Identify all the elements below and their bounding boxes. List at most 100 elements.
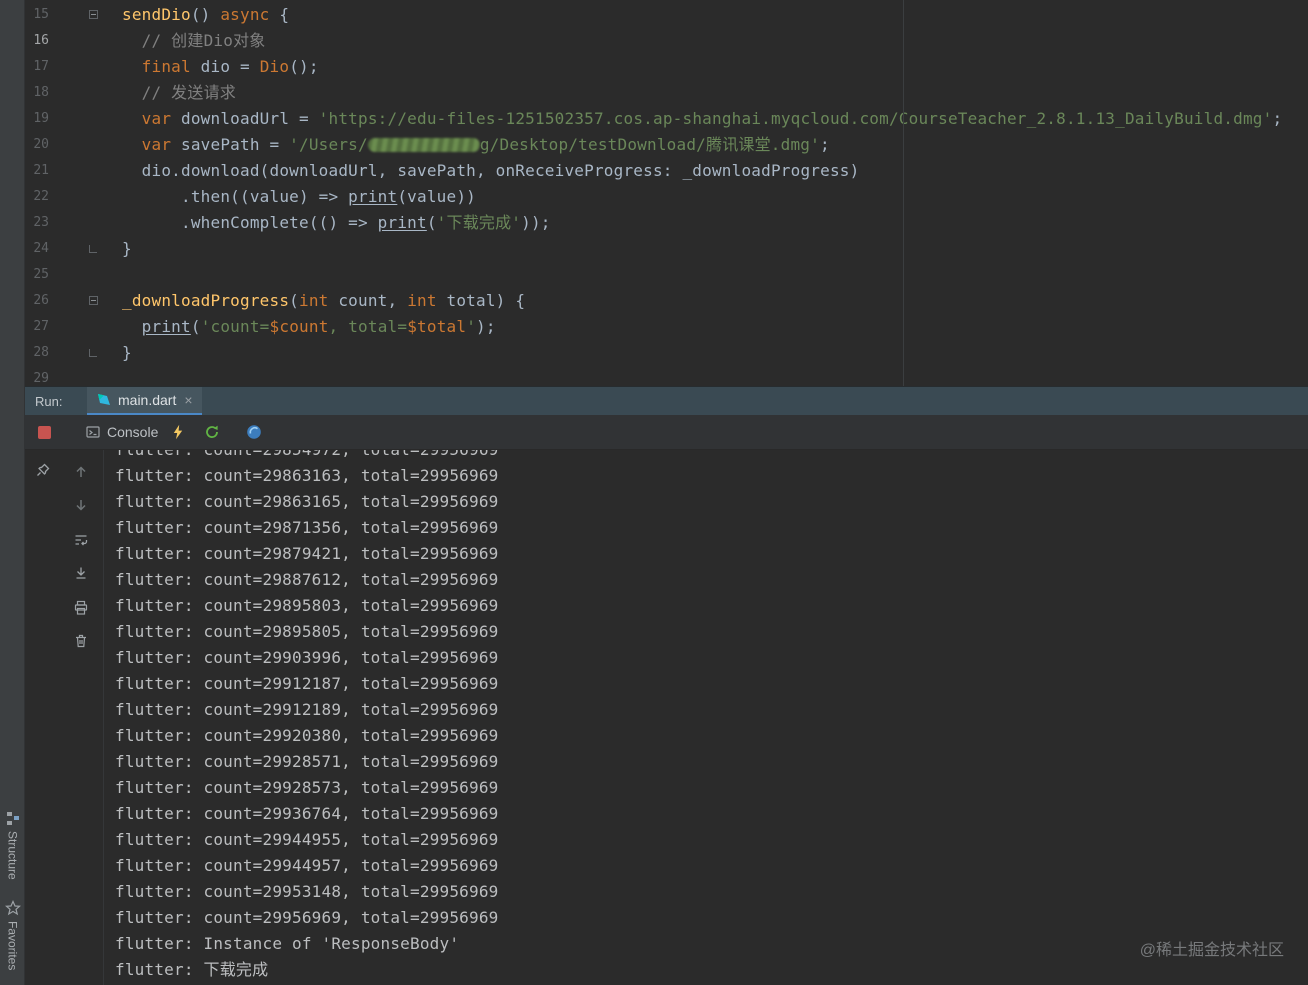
structure-label: Structure bbox=[6, 831, 20, 880]
gutter-fold-area bbox=[49, 28, 122, 54]
line-number: 17 bbox=[25, 54, 49, 80]
line-number: 28 bbox=[25, 340, 49, 366]
code-text: print('count=$count, total=$total'); bbox=[122, 314, 496, 340]
code-text: } bbox=[122, 340, 132, 366]
dart-file-icon bbox=[96, 392, 112, 408]
favorites-label: Favorites bbox=[6, 921, 20, 970]
console-line: flutter: count=29912189, total=29956969 bbox=[115, 697, 1308, 723]
editor-line: 15 sendDio() async { bbox=[25, 2, 1308, 28]
code-text: // 发送请求 bbox=[122, 80, 236, 106]
arrow-down-icon[interactable] bbox=[73, 497, 89, 513]
fold-marker-icon[interactable] bbox=[89, 296, 98, 305]
gutter-fold-area bbox=[49, 340, 122, 366]
tab-console[interactable]: Console bbox=[85, 424, 158, 440]
line-number: 29 bbox=[25, 366, 49, 386]
line-number: 19 bbox=[25, 106, 49, 132]
code-text: dio.download(downloadUrl, savePath, onRe… bbox=[122, 158, 859, 184]
editor-line: 27 print('count=$count, total=$total'); bbox=[25, 314, 1308, 340]
code-editor[interactable]: 15 sendDio() async {16 // 创建Dio对象17 final… bbox=[25, 0, 1308, 386]
code-text: } bbox=[122, 236, 132, 262]
line-number: 15 bbox=[25, 2, 49, 28]
line-number: 25 bbox=[25, 262, 49, 288]
soft-wrap-icon[interactable] bbox=[73, 532, 89, 548]
editor-line: 25 bbox=[25, 262, 1308, 288]
code-text: var savePath = '/Users/g/Desktop/testDow… bbox=[122, 132, 830, 158]
editor-lines: 15 sendDio() async {16 // 创建Dio对象17 final… bbox=[25, 2, 1308, 386]
editor-line: 29 bbox=[25, 366, 1308, 386]
sidebar-item-structure[interactable]: Structure bbox=[0, 810, 25, 880]
right-margin-ruler bbox=[903, 0, 904, 386]
gutter-fold-area bbox=[49, 288, 122, 314]
run-tab-main-dart[interactable]: main.dart × bbox=[87, 387, 202, 416]
gutter-fold-area bbox=[49, 54, 122, 80]
line-number: 18 bbox=[25, 80, 49, 106]
console-line: flutter: count=29895803, total=29956969 bbox=[115, 593, 1308, 619]
console-line: flutter: count=29936764, total=29956969 bbox=[115, 801, 1308, 827]
hot-restart-button[interactable] bbox=[204, 424, 220, 440]
code-text: .whenComplete(() => print('下载完成')); bbox=[122, 210, 551, 236]
gutter-fold-area bbox=[49, 158, 122, 184]
console-output[interactable]: flutter: count=29854972, total=29956969f… bbox=[105, 450, 1308, 985]
watermark: @稀土掘金技术社区 bbox=[1140, 936, 1284, 960]
stop-button[interactable] bbox=[38, 426, 51, 439]
editor-line: 23 .whenComplete(() => print('下载完成')); bbox=[25, 210, 1308, 236]
run-tool-window-header: Run: main.dart × bbox=[25, 386, 1308, 415]
arrow-up-icon[interactable] bbox=[73, 464, 89, 480]
console-line: flutter: count=29928571, total=29956969 bbox=[115, 749, 1308, 775]
devtools-button[interactable] bbox=[246, 424, 262, 440]
redacted-username bbox=[368, 138, 480, 152]
editor-line: 18 // 发送请求 bbox=[25, 80, 1308, 106]
editor-line: 19 var downloadUrl = 'https://edu-files-… bbox=[25, 106, 1308, 132]
fold-marker-icon[interactable] bbox=[89, 245, 97, 253]
code-text: final dio = Dio(); bbox=[122, 54, 319, 80]
print-icon[interactable] bbox=[73, 600, 89, 616]
structure-icon bbox=[5, 810, 21, 826]
fold-marker-icon[interactable] bbox=[89, 10, 98, 19]
code-text: _downloadProgress(int count, int total) … bbox=[122, 288, 525, 314]
favorites-icon bbox=[5, 900, 21, 916]
hot-reload-button[interactable] bbox=[170, 424, 186, 440]
console-line: flutter: 下载完成 bbox=[115, 957, 1308, 983]
console-tab-label: Console bbox=[107, 424, 158, 440]
gutter-fold-area bbox=[49, 314, 122, 340]
editor-line: 21 dio.download(downloadUrl, savePath, o… bbox=[25, 158, 1308, 184]
close-tab-icon[interactable]: × bbox=[184, 392, 192, 408]
sidebar-item-favorites[interactable]: Favorites bbox=[0, 900, 25, 970]
console-lines: flutter: count=29854972, total=29956969f… bbox=[105, 450, 1308, 983]
clear-trash-icon[interactable] bbox=[73, 633, 89, 649]
console-line: flutter: count=29903996, total=29956969 bbox=[115, 645, 1308, 671]
editor-line: 16 // 创建Dio对象 bbox=[25, 28, 1308, 54]
gutter-fold-area bbox=[49, 184, 122, 210]
code-text: sendDio() async { bbox=[122, 2, 289, 28]
console-line: flutter: count=29944955, total=29956969 bbox=[115, 827, 1308, 853]
gutter-fold-area bbox=[49, 262, 122, 288]
line-number: 26 bbox=[25, 288, 49, 314]
console-line: flutter: count=29863163, total=29956969 bbox=[115, 463, 1308, 489]
gutter-fold-area bbox=[49, 106, 122, 132]
line-number: 24 bbox=[25, 236, 49, 262]
console-line: flutter: count=29953148, total=29956969 bbox=[115, 879, 1308, 905]
editor-line: 17 final dio = Dio(); bbox=[25, 54, 1308, 80]
console-line: flutter: count=29871356, total=29956969 bbox=[115, 515, 1308, 541]
gutter-fold-area bbox=[49, 132, 122, 158]
console-line: flutter: count=29912187, total=29956969 bbox=[115, 671, 1308, 697]
console-line: flutter: count=29854972, total=29956969 bbox=[115, 450, 1308, 463]
console-toolbar bbox=[25, 450, 104, 985]
console-line: flutter: count=29944957, total=29956969 bbox=[115, 853, 1308, 879]
line-number: 20 bbox=[25, 132, 49, 158]
gutter-fold-area bbox=[49, 80, 122, 106]
console-line: flutter: count=29920380, total=29956969 bbox=[115, 723, 1308, 749]
pin-icon[interactable] bbox=[35, 462, 51, 478]
console-line: flutter: count=29879421, total=29956969 bbox=[115, 541, 1308, 567]
gutter-fold-area bbox=[49, 366, 122, 386]
run-tab-label: main.dart bbox=[118, 392, 176, 408]
editor-line: 26 _downloadProgress(int count, int total… bbox=[25, 288, 1308, 314]
fold-marker-icon[interactable] bbox=[89, 349, 97, 357]
editor-line: 20 var savePath = '/Users/g/Desktop/test… bbox=[25, 132, 1308, 158]
console-line: flutter: count=29863165, total=29956969 bbox=[115, 489, 1308, 515]
run-toolbar: Console bbox=[25, 415, 1308, 450]
scroll-to-end-icon[interactable] bbox=[73, 565, 89, 581]
console-line: flutter: Instance of 'ResponseBody' bbox=[115, 931, 1308, 957]
editor-line: 24} bbox=[25, 236, 1308, 262]
run-label: Run: bbox=[35, 387, 62, 416]
